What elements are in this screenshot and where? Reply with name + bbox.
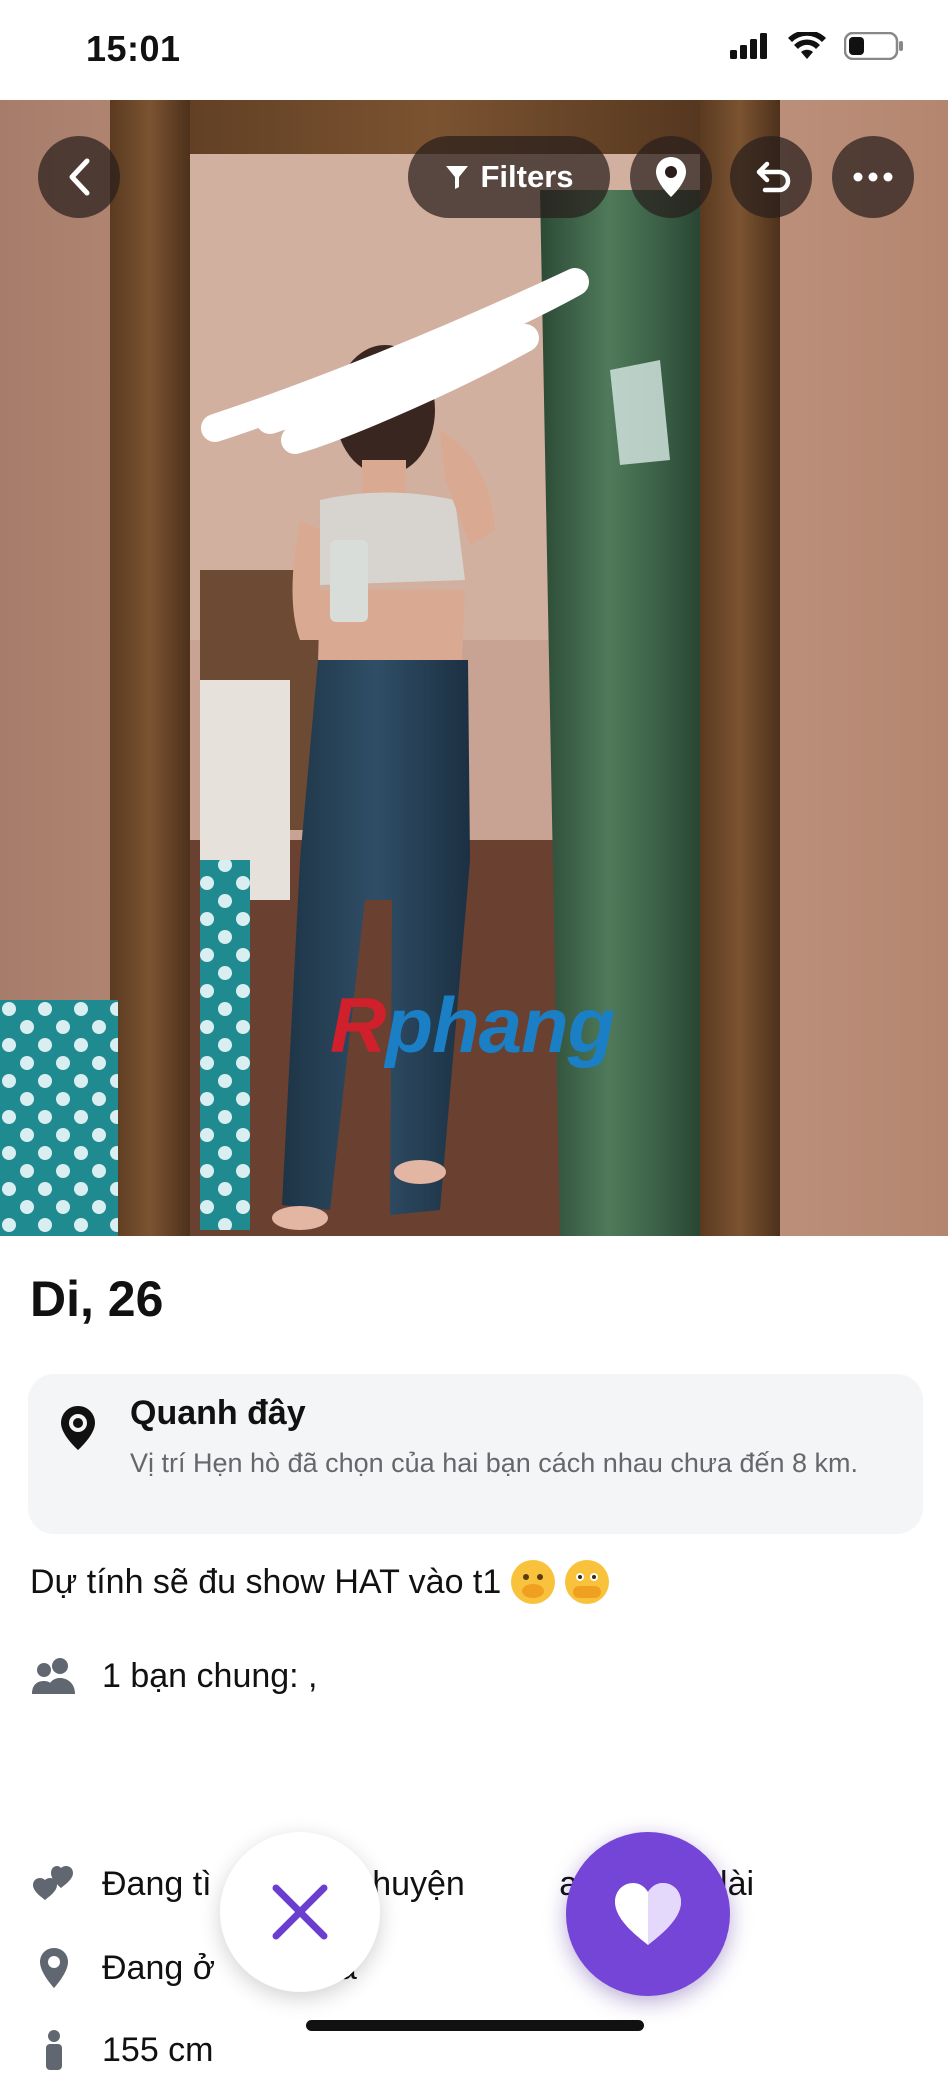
hand-over-mouth-emoji-icon [511,1560,556,1604]
shocked-face-emoji-icon [565,1560,610,1604]
mutual-friends-row[interactable]: 1 bạn chung: , [30,1652,318,1700]
location-description: Vị trí Hẹn hò đã chọn của hai bạn cách n… [130,1448,859,1478]
more-icon [853,172,893,182]
status-time: 15:01 [86,28,181,69]
close-icon [272,1884,328,1940]
heart-icon [615,1883,681,1945]
back-button[interactable] [38,136,120,218]
like-button[interactable] [566,1832,730,1996]
profile-name-age: Di, 26 [30,1271,164,1327]
pass-button[interactable] [220,1832,380,1992]
signal-icon [730,33,767,59]
undo-button[interactable] [730,136,812,218]
filters-label: Filters [480,159,574,194]
undo-icon [756,161,791,193]
location-title: Quanh đây [130,1394,306,1432]
status-bar: 15:01 [0,0,948,100]
people-icon [30,1652,78,1700]
filter-icon [446,166,469,189]
location-pin-small-icon [30,1944,78,1992]
location-button[interactable] [630,136,712,218]
more-button[interactable] [832,136,914,218]
height-row: 155 cm [30,2026,214,2074]
filters-button[interactable]: Filters [408,136,610,218]
location-pin-icon [656,157,686,197]
watermark-part-1: R [330,981,386,1069]
mutual-friends-text: 1 bạn chung: , [102,1656,318,1695]
wifi-icon [788,32,826,59]
height-text: 155 cm [102,2030,214,2069]
location-card: Quanh đây Vị trí Hẹn hò đã chọn của hai … [28,1374,923,1534]
location-target-icon [61,1406,95,1450]
height-icon [30,2026,78,2074]
watermark-logo: Rphang [330,980,615,1071]
home-indicator [306,2020,644,2031]
profile-bio: Dự tính sẽ đu show HAT vào t1 [30,1560,610,1604]
watermark-part-2: phang [385,981,615,1069]
hearts-icon [30,1860,78,1908]
bio-text: Dự tính sẽ đu show HAT vào t1 [30,1562,502,1601]
back-arrow-icon [69,158,90,196]
battery-icon [844,32,903,60]
status-icons [730,32,904,60]
